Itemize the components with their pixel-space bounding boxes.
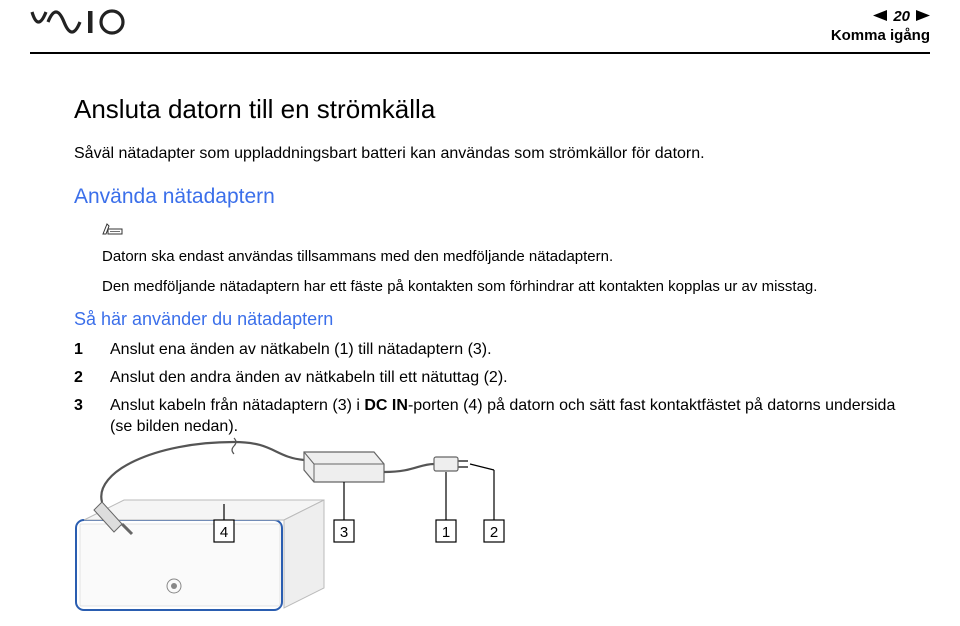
svg-text:1: 1 [442,524,450,541]
note-line-2: Den medföljande nätadaptern har ett fäst… [102,277,900,297]
section-label: Komma igång [831,27,930,44]
note-line-1: Datorn ska endast användas tillsammans m… [102,247,900,267]
svg-text:3: 3 [340,524,348,541]
step-2: 2 Anslut den andra änden av nätkabeln ti… [74,367,900,389]
intro-text: Såväl nätadapter som uppladdningsbart ba… [74,143,900,165]
step-text: Anslut den andra änden av nätkabeln till… [110,367,508,389]
page-content: Ansluta datorn till en strömkälla Såväl … [0,54,960,438]
step-text: Anslut ena änden av nätkabeln (1) till n… [110,339,492,361]
page-number: 20 [893,8,910,25]
header-right: 20 Komma igång [831,8,930,44]
page-title: Ansluta datorn till en strömkälla [74,92,900,127]
figure-label-4: 4 [214,520,234,542]
note-icon [102,221,900,243]
step-1: 1 Anslut ena änden av nätkabeln (1) till… [74,339,900,361]
figure-label-3: 3 [334,520,354,542]
page-nav: 20 [831,8,930,25]
subheading-use-adapter: Använda nätadaptern [74,183,900,211]
figure-label-text: 4 [220,524,228,541]
subheading-how-to: Så här använder du nätadaptern [74,307,900,331]
next-page-icon[interactable] [916,8,930,25]
vaio-logo [30,8,140,44]
figure-label-1: 1 [436,520,456,542]
connection-diagram: 4 3 1 2 [74,412,554,612]
figure-label-2: 2 [484,520,504,542]
svg-text:2: 2 [490,524,498,541]
step-number: 1 [74,339,88,361]
prev-page-icon[interactable] [873,8,887,25]
header-bar: 20 Komma igång [0,0,960,48]
step-number: 2 [74,367,88,389]
